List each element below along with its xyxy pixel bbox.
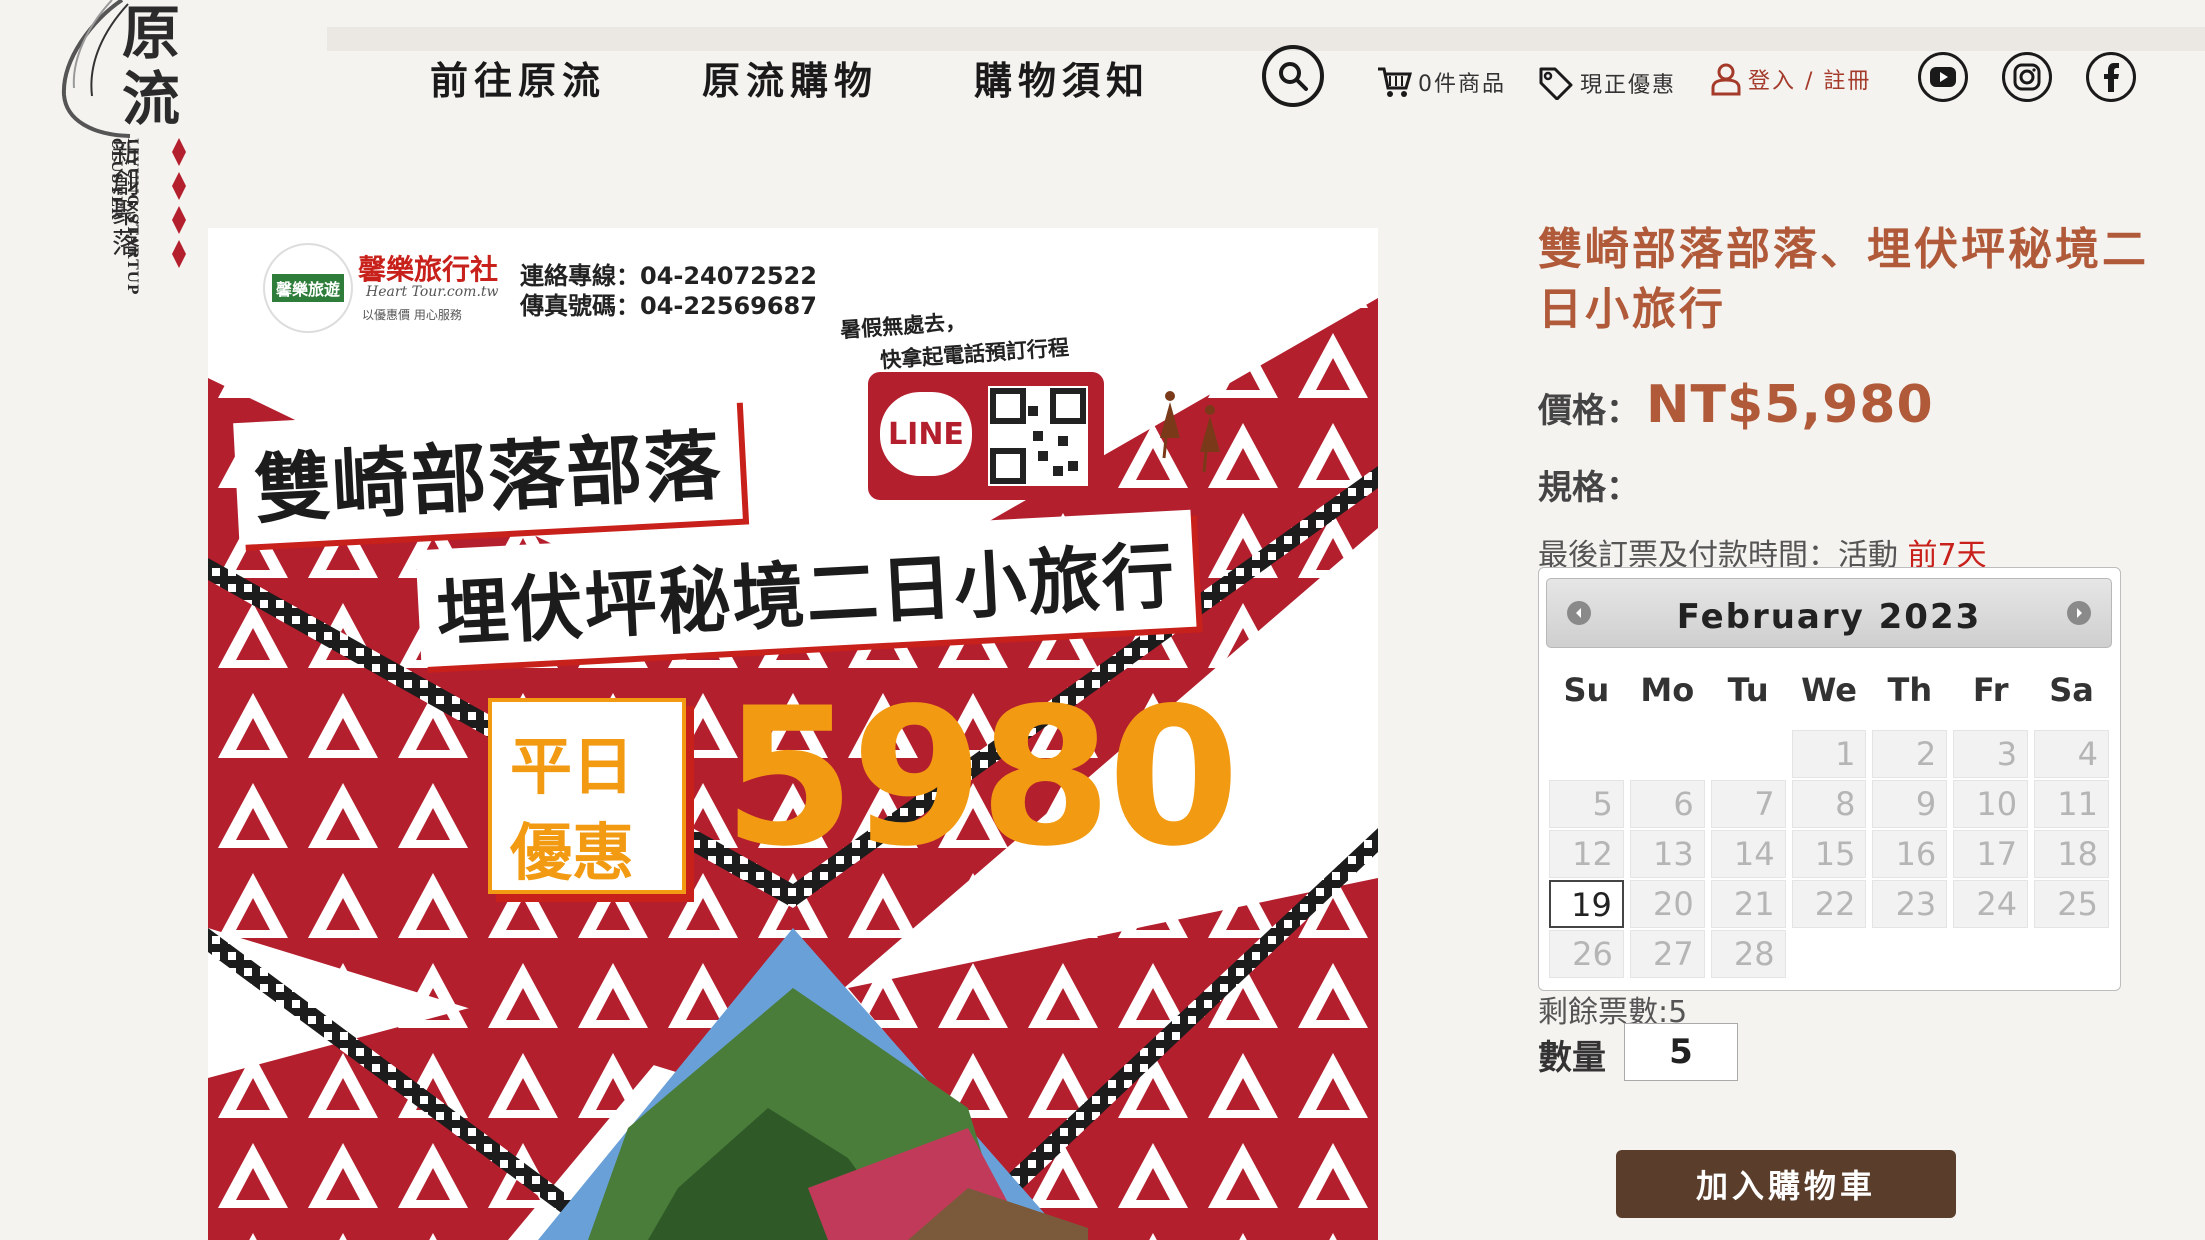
promo-tag: 平日 優惠 [488,698,686,894]
price-label: 價格： [1538,391,1640,431]
calendar-day[interactable]: 10 [1953,780,2029,828]
search-icon [1279,62,1308,91]
product-title: 雙崎部落部落、埋伏坪秘境二日小旅行 [1538,224,2149,335]
calendar-day[interactable]: 14 [1710,830,1786,878]
calendar-day[interactable]: 17 [1953,830,2029,878]
calendar-empty-cell [1630,730,1705,778]
calendar-days-grid: 1 2 3 4 5 6 7 8 9 10 11 12 13 14 15 16 17 18 19 20 21 22 23 24 2… [1546,729,2112,979]
search-button[interactable] [1262,45,1324,107]
calendar-day[interactable]: 13 [1629,830,1705,878]
logo-main-text: 原流 [122,0,181,133]
calendar-day[interactable]: 6 [1629,780,1705,828]
weekday-su: Su [1563,671,1610,709]
facebook-link[interactable] [2086,52,2136,102]
agency-fax: 傳真號碼：04-22569687 [520,292,817,320]
cart-count-label: 0件商品 [1418,72,1506,97]
calendar-day[interactable]: 23 [1872,880,1948,928]
site-logo[interactable]: 原流 新創聚落 LIYUNG STARTUP CLUSTER [52,0,192,360]
login-label: 登入 / 註冊 [1748,69,1872,94]
promo-label: 現正優惠 [1580,73,1677,98]
main-nav: 前往原流 原流購物 購物須知 [430,50,1246,105]
cart-icon [1378,67,1412,97]
calendar-day[interactable]: 7 [1710,780,1786,828]
promo-link[interactable]: 現正優惠 [1538,66,1676,100]
calendar-header: February 2023 [1546,578,2112,648]
promo-price: 5980 [723,667,1240,888]
calendar-day[interactable]: 27 [1629,930,1705,978]
agency-url: Heart Tour.com.tw [366,284,499,300]
calendar-day[interactable]: 8 [1791,780,1867,828]
next-month-button[interactable] [2067,601,2091,625]
facebook-icon [2104,63,2119,92]
tag-icon [1539,67,1573,100]
calendar-day[interactable]: 22 [1791,880,1867,928]
calendar-day[interactable]: 4 [2034,730,2109,778]
calendar-day[interactable]: 15 [1791,830,1867,878]
youtube-icon [1930,67,1956,87]
line-label: LINE [888,416,964,452]
calendar-weekdays: Su Mo Tu We Th Fr Sa [1546,671,2112,709]
product-poster[interactable]: 馨樂旅遊 馨樂旅行社 Heart Tour.com.tw 以優惠價 用心服務 連… [208,228,1378,1240]
calendar-day[interactable]: 1 [1791,730,1867,778]
cart-link[interactable]: 0件商品 [1376,66,1506,98]
logo-swoosh-icon [61,0,131,138]
agency-name: 馨樂旅行社 [358,253,499,286]
logo-en-text: LIYUNG STARTUP CLUSTER [108,138,140,296]
user-icon [1711,63,1741,96]
weekday-mo: Mo [1640,671,1695,709]
nav-item-shopping-info[interactable]: 購物須知 [974,50,1150,105]
nav-item-liyung[interactable]: 前往原流 [430,50,606,105]
price-value: NT$5,980 [1646,375,1934,435]
quantity-label: 數量 [1538,1038,1606,1078]
weekday-th: Th [1887,671,1933,709]
calendar-empty-cell [1711,730,1786,778]
calendar-day[interactable]: 3 [1953,730,2029,778]
quantity-input[interactable] [1624,1023,1738,1081]
nav-item-shop[interactable]: 原流購物 [702,50,878,105]
agency-badge-text: 馨樂旅遊 [271,274,344,302]
calendar-day[interactable]: 9 [1872,780,1948,828]
calendar-day[interactable]: 26 [1549,930,1624,978]
chevron-right-icon [2077,608,2082,618]
calendar-day-today[interactable]: 19 [1549,880,1624,928]
qr-code-icon [988,386,1088,486]
agency-badge: 馨樂旅遊 [263,243,353,333]
weekday-fr: Fr [1972,671,2009,709]
calendar-day[interactable]: 21 [1710,880,1786,928]
price-row: 價格： NT$5,980 [1538,375,1934,435]
spec-label: 規格： [1538,468,1640,508]
header-strip [327,27,2205,51]
youtube-link[interactable] [1918,52,1968,102]
line-qr-block[interactable]: LINE [868,372,1104,500]
promo-tag-line-1: 平日 [510,730,635,803]
date-picker: February 2023 Su Mo Tu We Th Fr Sa 12345… [1538,567,2121,991]
dancers-icon [1160,391,1220,473]
add-to-cart-button[interactable]: 加入購物車 [1616,1150,1956,1218]
agency-tagline: 以優惠價 用心服務 [362,308,462,322]
calendar-empty-cell [1549,730,1624,778]
calendar-day[interactable]: 24 [1953,880,2029,928]
calendar-month-label: February 2023 [1676,597,1982,637]
calendar-day[interactable]: 25 [2034,880,2109,928]
calendar-day[interactable]: 11 [2034,780,2109,828]
calendar-day[interactable]: 2 [1872,730,1948,778]
instagram-link[interactable] [2002,52,2052,102]
login-link[interactable]: 登入 / 註冊 [1710,62,1871,96]
instagram-icon [2013,63,2041,91]
calendar-day[interactable]: 20 [1629,880,1705,928]
calendar-day[interactable]: 12 [1549,830,1624,878]
calendar-day[interactable]: 16 [1872,830,1948,878]
calendar-day[interactable]: 28 [1710,930,1786,978]
weekday-sa: Sa [2049,671,2094,709]
promo-tag-line-2: 優惠 [510,816,635,889]
calendar-day[interactable]: 5 [1549,780,1624,828]
poster-headline-1: 雙崎部落部落 [252,420,725,535]
weekday-we: We [1801,671,1857,709]
logo-diamond-pattern [172,138,186,268]
calendar-day[interactable]: 18 [2034,830,2109,878]
weekday-tu: Tu [1727,671,1769,709]
